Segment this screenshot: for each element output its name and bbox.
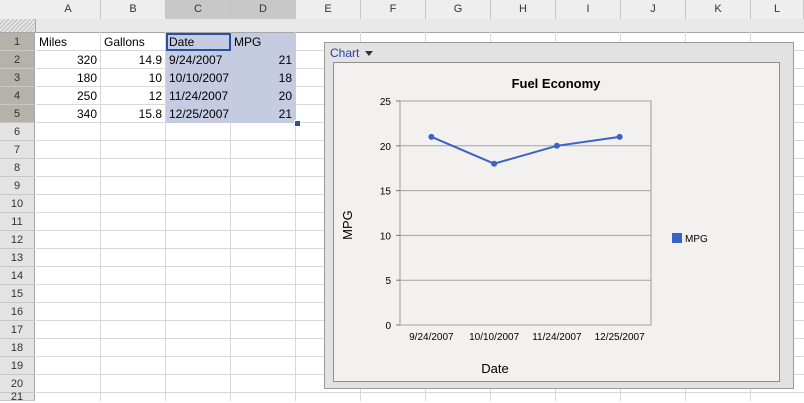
row-header-7[interactable]: 7	[0, 141, 35, 159]
line-chart: Fuel Economy MPG Date 0 5 10 15 20 25 9/24/200…	[340, 76, 708, 376]
row-header-21[interactable]: 21	[0, 392, 35, 403]
x-tick-label: 11/24/2007	[532, 332, 582, 343]
x-tick-label: 12/25/2007	[595, 332, 645, 343]
row-header-18[interactable]: 18	[0, 339, 35, 357]
cell-b4[interactable]: 12	[101, 87, 165, 105]
column-header-i[interactable]: I	[556, 0, 621, 19]
column-header-d[interactable]: D	[231, 0, 296, 19]
y-tick-label: 25	[380, 97, 392, 108]
fill-handle[interactable]	[294, 120, 301, 127]
row-header-4[interactable]: 4	[0, 87, 35, 105]
data-point	[616, 133, 623, 140]
row-header-2[interactable]: 2	[0, 51, 35, 69]
legend-label-mpg: MPG	[685, 234, 708, 245]
cell-d5[interactable]: 21	[231, 105, 295, 123]
column-header-band	[36, 19, 804, 33]
row-header-16[interactable]: 16	[0, 303, 35, 321]
y-tick-label: 15	[380, 187, 392, 198]
row-header-12[interactable]: 12	[0, 231, 35, 249]
plot-area	[399, 100, 652, 326]
y-tick-label: 20	[380, 142, 392, 153]
chart-menu-label: Chart	[330, 46, 360, 60]
select-all-corner[interactable]	[0, 19, 36, 33]
cell-c1[interactable]: Date	[166, 33, 230, 51]
cell-c3[interactable]: 10/10/2007	[166, 69, 230, 87]
column-header-h[interactable]: H	[491, 0, 556, 19]
cell-c5[interactable]: 12/25/2007	[166, 105, 230, 123]
x-tick-label: 10/10/2007	[469, 332, 519, 343]
column-header-f[interactable]: F	[361, 0, 426, 19]
row-header-10[interactable]: 10	[0, 195, 35, 213]
column-header-g[interactable]: G	[426, 0, 491, 19]
chart-title: Fuel Economy	[512, 76, 602, 91]
cell-d4[interactable]: 20	[231, 87, 295, 105]
y-axis-label: MPG	[340, 210, 355, 240]
column-header-l[interactable]: L	[751, 0, 804, 19]
row-header-9[interactable]: 9	[0, 177, 35, 195]
legend-swatch-mpg	[672, 233, 682, 243]
dropdown-arrow-icon	[364, 51, 373, 56]
column-header-j[interactable]: J	[621, 0, 686, 19]
cell-b5[interactable]: 15.8	[101, 105, 165, 123]
data-point	[491, 160, 498, 167]
y-tick-label: 10	[380, 231, 392, 242]
column-header-e[interactable]: E	[296, 0, 361, 19]
cell-d2[interactable]: 21	[231, 51, 295, 69]
row-header-15[interactable]: 15	[0, 285, 35, 303]
row-header-11[interactable]: 11	[0, 213, 35, 231]
row-header-5[interactable]: 5	[0, 105, 35, 123]
column-header-b[interactable]: B	[101, 0, 166, 19]
chart-menu-button[interactable]: Chart	[330, 46, 373, 60]
column-header-k[interactable]: K	[686, 0, 751, 19]
x-axis-label: Date	[481, 361, 508, 376]
row-header-14[interactable]: 14	[0, 267, 35, 285]
chart-area: Fuel Economy MPG Date 0 5 10 15 20 25 9/24/200…	[333, 62, 780, 382]
row-header-17[interactable]: 17	[0, 321, 35, 339]
cell-b3[interactable]: 10	[101, 69, 165, 87]
cell-a4[interactable]: 250	[36, 87, 100, 105]
row-header-13[interactable]: 13	[0, 249, 35, 267]
y-tick-label: 0	[385, 321, 391, 332]
data-point	[553, 142, 560, 149]
cell-d3[interactable]: 18	[231, 69, 295, 87]
data-point	[428, 133, 435, 140]
row-header-1[interactable]: 1	[0, 33, 35, 51]
cell-a5[interactable]: 340	[36, 105, 100, 123]
cell-a1[interactable]: Miles	[36, 33, 100, 51]
cell-a2[interactable]: 320	[36, 51, 100, 69]
row-header-6[interactable]: 6	[0, 123, 35, 141]
row-header-8[interactable]: 8	[0, 159, 35, 177]
column-header-c[interactable]: C	[166, 0, 231, 19]
column-header-a[interactable]: A	[36, 0, 101, 19]
cell-b1[interactable]: Gallons	[101, 33, 165, 51]
cell-b2[interactable]: 14.9	[101, 51, 165, 69]
grid-line	[36, 392, 804, 393]
cell-a3[interactable]: 180	[36, 69, 100, 87]
row-header-19[interactable]: 19	[0, 357, 35, 375]
cell-c2[interactable]: 9/24/2007	[166, 51, 230, 69]
y-tick-label: 5	[385, 276, 391, 287]
cell-c4[interactable]: 11/24/2007	[166, 87, 230, 105]
row-header-3[interactable]: 3	[0, 69, 35, 87]
cell-d1[interactable]: MPG	[231, 33, 295, 51]
x-tick-label: 9/24/2007	[409, 332, 454, 343]
